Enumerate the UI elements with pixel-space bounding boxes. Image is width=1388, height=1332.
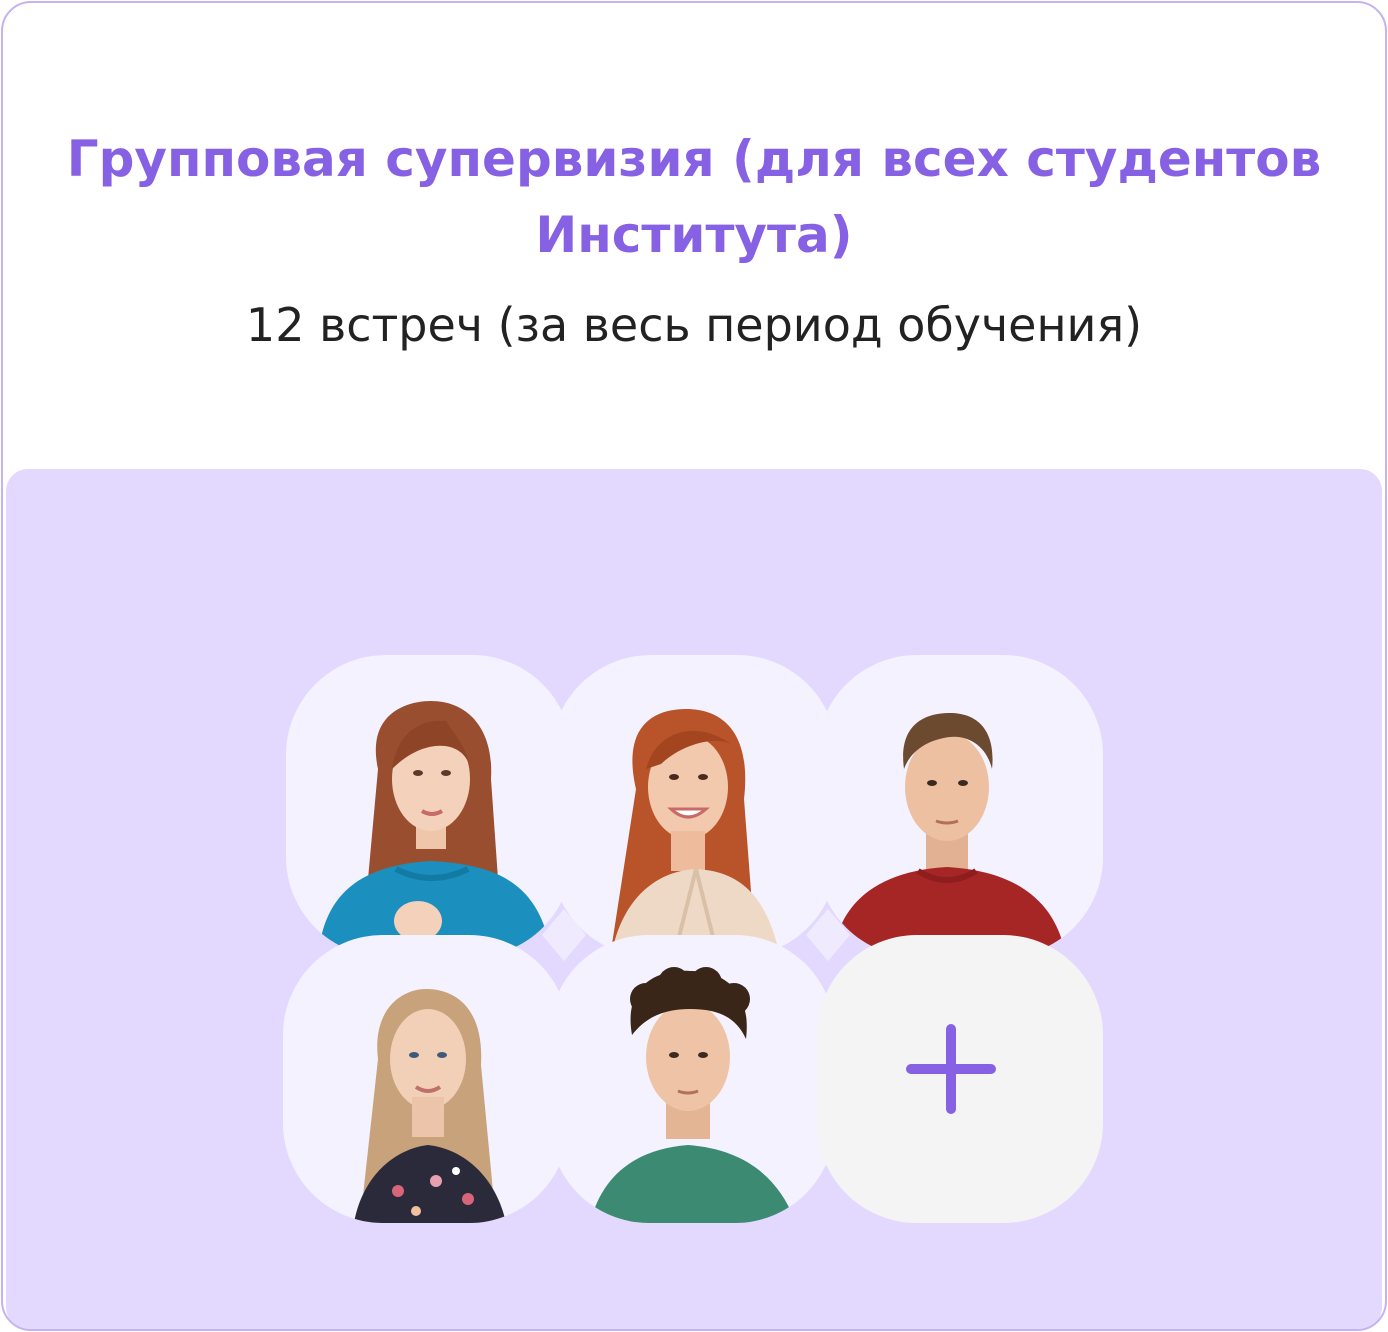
card-title: Групповая супервизия (для всех студентов… — [66, 130, 1322, 264]
participant-tile-5 — [549, 935, 835, 1223]
card-subtitle: 12 встреч (за весь период обучения) — [245, 298, 1143, 352]
participant-tile-4 — [283, 935, 569, 1223]
add-participant-button[interactable] — [817, 935, 1103, 1223]
participants-grid — [283, 655, 1103, 1223]
info-card: Групповая супервизия (для всех студентов… — [1, 1, 1387, 1331]
participant-tile-2 — [551, 655, 837, 957]
participant-tile-3 — [817, 655, 1103, 957]
participant-tile-1 — [286, 655, 572, 957]
participants-panel — [6, 469, 1382, 1329]
